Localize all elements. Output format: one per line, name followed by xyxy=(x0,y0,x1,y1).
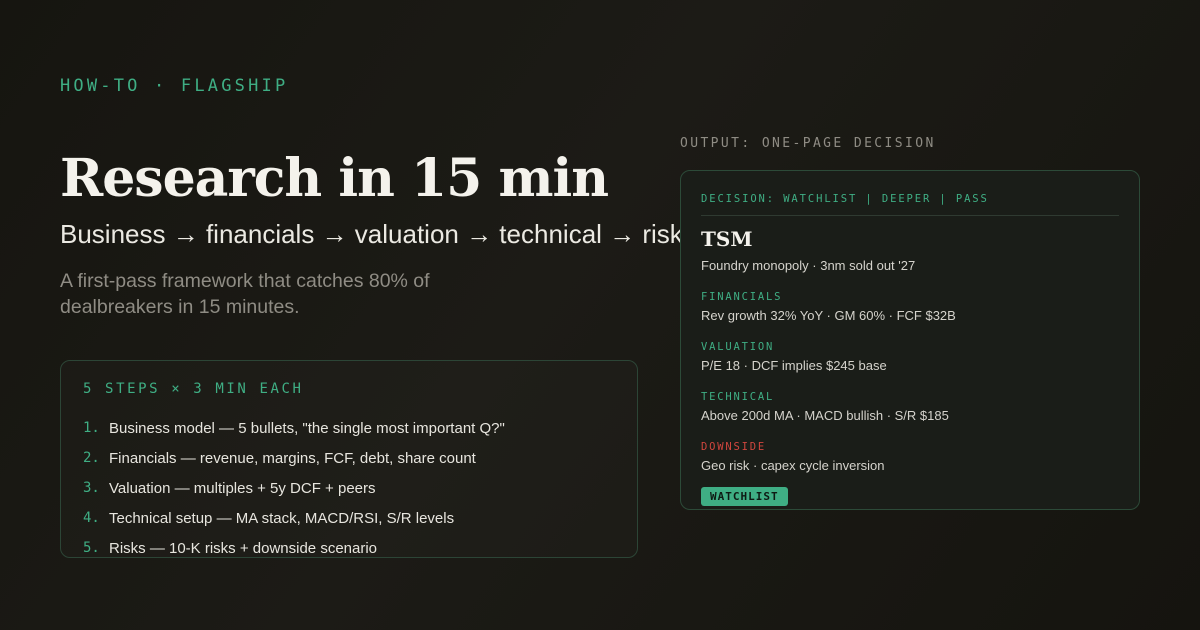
downside-label: DOWNSIDE xyxy=(701,441,766,453)
financials-label: FINANCIALS xyxy=(701,291,783,303)
decision-header: DECISION: WATCHLIST | DEEPER | PASS xyxy=(701,193,989,205)
step-number: 4. xyxy=(83,510,100,526)
watchlist-badge: WATCHLIST xyxy=(701,487,788,506)
step-item: 4. Technical setup — MA stack, MACD/RSI,… xyxy=(83,503,505,533)
technical-label: TECHNICAL xyxy=(701,391,775,403)
ticker-symbol: TSM xyxy=(701,227,753,251)
lede-text: A first-pass framework that catches 80% … xyxy=(60,270,430,318)
steps-list: 1. Business model — 5 bullets, "the sing… xyxy=(83,413,505,563)
valuation-label: VALUATION xyxy=(701,341,775,353)
step-item: 1. Business model — 5 bullets, "the sing… xyxy=(83,413,505,443)
valuation-value: P/E 18 · DCF implies $245 base xyxy=(701,358,887,373)
step-item: 2. Financials — revenue, margins, FCF, d… xyxy=(83,443,505,473)
steps-card: 5 STEPS × 3 MIN EACH 1. Business model —… xyxy=(60,360,638,558)
output-label: OUTPUT: ONE-PAGE DECISION xyxy=(680,136,936,151)
step-text: Risks — 10-K risks + downside scenario xyxy=(109,539,378,557)
step-number: 2. xyxy=(83,450,100,466)
step-number: 3. xyxy=(83,480,100,496)
step-text: Valuation — multiples + 5y DCF + peers xyxy=(109,479,376,497)
step-item: 5. Risks — 10-K risks + downside scenari… xyxy=(83,533,505,563)
step-item: 3. Valuation — multiples + 5y DCF + peer… xyxy=(83,473,505,503)
step-text: Financials — revenue, margins, FCF, debt… xyxy=(109,449,476,467)
decision-card: DECISION: WATCHLIST | DEEPER | PASS TSM … xyxy=(680,170,1140,510)
ticker-tagline: Foundry monopoly · 3nm sold out '27 xyxy=(701,258,916,273)
page-title: Research in 15 min xyxy=(60,148,609,209)
divider xyxy=(701,215,1119,216)
page-subtitle: Business → financials → valuation → tech… xyxy=(60,219,683,249)
step-number: 5. xyxy=(83,540,100,556)
step-text: Business model — 5 bullets, "the single … xyxy=(109,419,505,437)
step-text: Technical setup — MA stack, MACD/RSI, S/… xyxy=(109,509,455,527)
kicker-label: HOW-TO · FLAGSHIP xyxy=(60,76,289,96)
downside-value: Geo risk · capex cycle inversion xyxy=(701,458,885,473)
step-number: 1. xyxy=(83,420,100,436)
steps-header: 5 STEPS × 3 MIN EACH xyxy=(83,381,304,397)
financials-value: Rev growth 32% YoY · GM 60% · FCF $32B xyxy=(701,308,956,323)
technical-value: Above 200d MA · MACD bullish · S/R $185 xyxy=(701,408,949,423)
